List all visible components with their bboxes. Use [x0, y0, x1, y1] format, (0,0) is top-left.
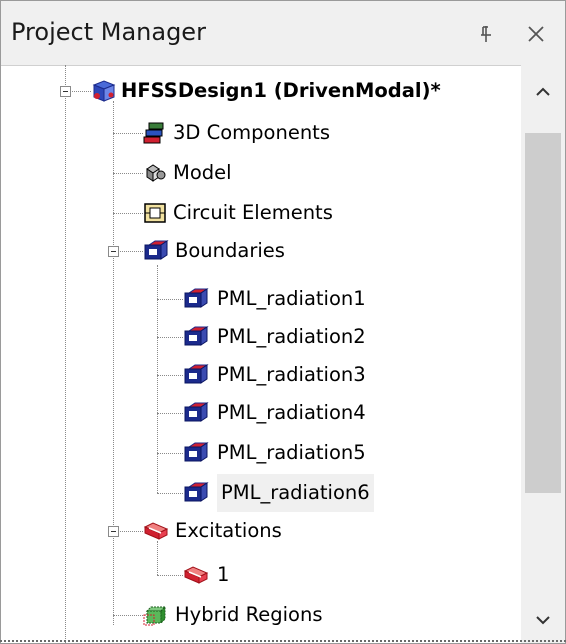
chevron-down-icon: [536, 616, 550, 625]
circuit-elements-icon: [143, 201, 167, 225]
tree-guide-h-circuit: [113, 213, 143, 214]
tree-item-model[interactable]: Model: [143, 154, 503, 192]
tree-item-boundaries[interactable]: Boundaries: [143, 232, 503, 270]
excitations-collapse-toggle[interactable]: [108, 526, 119, 537]
boundary-icon: [183, 401, 209, 425]
boundary-icon: [183, 325, 209, 349]
close-icon[interactable]: [525, 23, 547, 45]
project-tree[interactable]: HFSSDesign1 (DrivenModal)* 3D Components: [1, 65, 521, 643]
project-manager-panel: Project Manager HFSSDesign1 (DrivenModal…: [0, 0, 566, 644]
tree-guide-design: [113, 101, 114, 625]
boundaries-icon: [143, 239, 169, 263]
hybrid-regions-icon: [143, 603, 167, 627]
tree-guide-h-pml1: [157, 299, 183, 300]
tree-guide-root: [65, 65, 66, 643]
tree-item-label: Boundaries: [175, 239, 285, 262]
model-icon: [143, 161, 167, 185]
tree-item-label: PML_radiation6: [217, 474, 374, 512]
boundary-icon: [183, 287, 209, 311]
tree-item-label: PML_radiation3: [217, 363, 366, 386]
tree-item-label: 3D Components: [173, 121, 330, 144]
tree-guide-h-model: [113, 173, 143, 174]
tree-item-pml-radiation5[interactable]: PML_radiation5: [183, 434, 503, 472]
tree-item-label: Hybrid Regions: [175, 603, 323, 626]
tree-item-label: PML_radiation1: [217, 287, 366, 310]
tree-guide-h-hybrid: [113, 615, 143, 616]
pin-icon[interactable]: [475, 23, 497, 45]
boundary-icon: [183, 363, 209, 387]
excitations-icon: [143, 519, 169, 543]
tree-item-label: PML_radiation5: [217, 441, 366, 464]
tree-item-excitation-1[interactable]: 1: [183, 556, 503, 594]
boundaries-collapse-toggle[interactable]: [108, 246, 119, 257]
tree-guide-h-pml4: [157, 413, 183, 414]
tree-item-pml-radiation6[interactable]: PML_radiation6: [183, 474, 503, 512]
3d-components-icon: [143, 121, 167, 145]
tree-item-hybrid-regions[interactable]: Hybrid Regions: [143, 596, 503, 634]
tree-guide-h-pml3: [157, 375, 183, 376]
tree-item-pml-radiation4[interactable]: PML_radiation4: [183, 394, 503, 432]
tree-guide-h-pml5: [157, 453, 183, 454]
hfss-design-icon: [91, 79, 116, 103]
boundary-icon: [183, 481, 209, 505]
tree-item-label: Model: [173, 161, 232, 184]
tree-item-pml-radiation1[interactable]: PML_radiation1: [183, 280, 503, 318]
tree-guide-h-pml6: [157, 493, 183, 494]
tree-item-label: 1: [217, 563, 230, 586]
tree-item-label: Circuit Elements: [173, 201, 333, 224]
design-collapse-toggle[interactable]: [60, 86, 71, 97]
tree-item-label: PML_radiation4: [217, 401, 366, 424]
tree-item-pml-radiation3[interactable]: PML_radiation3: [183, 356, 503, 394]
panel-bottom-edge: [0, 640, 566, 644]
tree-item-design[interactable]: HFSSDesign1 (DrivenModal)*: [91, 72, 511, 110]
boundary-icon: [183, 441, 209, 465]
panel-titlebar: Project Manager: [1, 1, 565, 66]
tree-item-label: Excitations: [175, 519, 282, 542]
scroll-up-button[interactable]: [521, 65, 565, 117]
tree-guide-h-exc1: [157, 575, 183, 576]
tree-item-label: PML_radiation2: [217, 325, 366, 348]
vertical-scrollbar[interactable]: [521, 65, 565, 643]
tree-item-3d-components[interactable]: 3D Components: [143, 114, 503, 152]
tree-item-pml-radiation2[interactable]: PML_radiation2: [183, 318, 503, 356]
tree-guide-h-3dcomp: [113, 133, 143, 134]
scroll-down-button[interactable]: [521, 593, 565, 643]
tree-guide-h-pml2: [157, 337, 183, 338]
scroll-thumb[interactable]: [525, 133, 561, 493]
tree-item-excitations[interactable]: Excitations: [143, 512, 503, 550]
tree-item-label: HFSSDesign1 (DrivenModal)*: [121, 79, 441, 102]
panel-title: Project Manager: [11, 18, 206, 46]
tree-item-circuit-elements[interactable]: Circuit Elements: [143, 194, 503, 232]
excitation-icon: [183, 563, 209, 587]
chevron-up-icon: [536, 87, 550, 96]
